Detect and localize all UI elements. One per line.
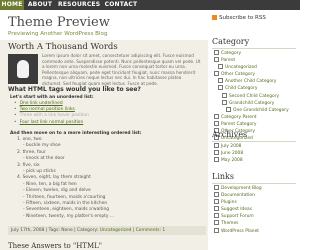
top-navigation: HOME ABOUT RESOURCES CONTACT — [0, 0, 300, 10]
divider — [212, 141, 296, 142]
tags-value: None — [61, 228, 73, 233]
ghost-figure-icon — [17, 60, 29, 78]
links-heading: Links — [212, 172, 234, 181]
category-link[interactable]: Uncategorized — [100, 228, 132, 233]
divider — [212, 183, 296, 184]
category-item[interactable]: Other Category — [214, 71, 289, 78]
link-item[interactable]: Plugins — [214, 199, 262, 206]
category-item[interactable]: Parent — [214, 57, 289, 64]
archives-heading: Archives — [212, 130, 248, 139]
list-item[interactable]: Four last link normal position — [14, 120, 89, 126]
category-item[interactable]: Category — [214, 50, 289, 57]
category-label: Category: — [77, 228, 99, 233]
tags-label: Tags: — [48, 228, 60, 233]
html-heading: What HTML tags would you like to see? — [8, 86, 141, 93]
list-item: Nineteen, twenty, my platter's empty ... — [14, 214, 114, 220]
ordered-heading: And then move on to a more interesting o… — [10, 131, 142, 136]
comments-link[interactable]: Comments: 1 — [136, 228, 165, 233]
category-item[interactable]: One Grandchild Category — [214, 107, 289, 114]
link-item[interactable]: WordPress Planet — [214, 228, 262, 235]
rss-subscribe-link[interactable]: Subscribe to RSS — [212, 15, 266, 21]
category-item[interactable]: Child Category — [214, 85, 289, 92]
archives-list: July 2008 June 2008 May 2008 — [214, 143, 243, 164]
category-item[interactable]: Uncategorized — [214, 64, 289, 71]
archive-item[interactable]: May 2008 — [214, 157, 243, 164]
links-list: Development Blog Documentation Plugins S… — [214, 185, 262, 235]
archive-item[interactable]: June 2008 — [214, 150, 243, 157]
unordered-heading: Let's start with an unordered list: — [10, 95, 94, 100]
archive-item[interactable]: July 2008 — [214, 143, 243, 150]
post-thumbnail — [8, 54, 38, 84]
rss-label: Subscribe to RSS — [219, 15, 266, 21]
post-body-text: Lorem ipsum dolor sit amet, consectetuer… — [42, 53, 201, 86]
unordered-list: One link underlined Two normal position … — [14, 101, 89, 126]
link-item[interactable]: Development Blog — [214, 185, 262, 192]
ordered-list: 1. one, two buckle my shoe 2. three, fou… — [14, 137, 114, 220]
link-item[interactable]: Documentation — [214, 192, 262, 199]
site-tagline: Previewing Another WordPress Blog — [8, 31, 108, 37]
link-item[interactable]: Support Forum — [214, 213, 262, 220]
post-meta-bar: July 17th, 2008 | Tags: None | Category:… — [8, 226, 206, 235]
post-title[interactable]: Worth A Thousand Words — [8, 42, 118, 52]
link-item[interactable]: Themes — [214, 220, 262, 227]
site-title[interactable]: Theme Preview — [8, 15, 110, 30]
category-item[interactable]: Parent Category — [214, 121, 289, 128]
next-post-title[interactable]: These Answers to "HTML" — [8, 242, 102, 250]
category-list: Category Parent Uncategorized Other Cate… — [214, 50, 289, 142]
category-heading: Category — [212, 37, 250, 46]
divider — [212, 48, 296, 49]
nav-contact-tab[interactable]: CONTACT — [102, 0, 140, 10]
nav-home-tab[interactable]: HOME — [0, 0, 24, 10]
nav-resources-tab[interactable]: RESOURCES — [58, 0, 100, 10]
nav-about-tab[interactable]: ABOUT — [26, 0, 54, 10]
category-item[interactable]: Second Child Category — [214, 93, 289, 100]
category-item[interactable]: Category Parent — [214, 114, 289, 121]
category-item[interactable]: Grandchild Category — [214, 100, 289, 107]
rss-icon — [212, 15, 217, 20]
post-date: July 17th, 2008 — [11, 228, 45, 233]
link-item[interactable]: Suggest Ideas — [214, 206, 262, 213]
category-item[interactable]: Another Child Category — [214, 78, 289, 85]
